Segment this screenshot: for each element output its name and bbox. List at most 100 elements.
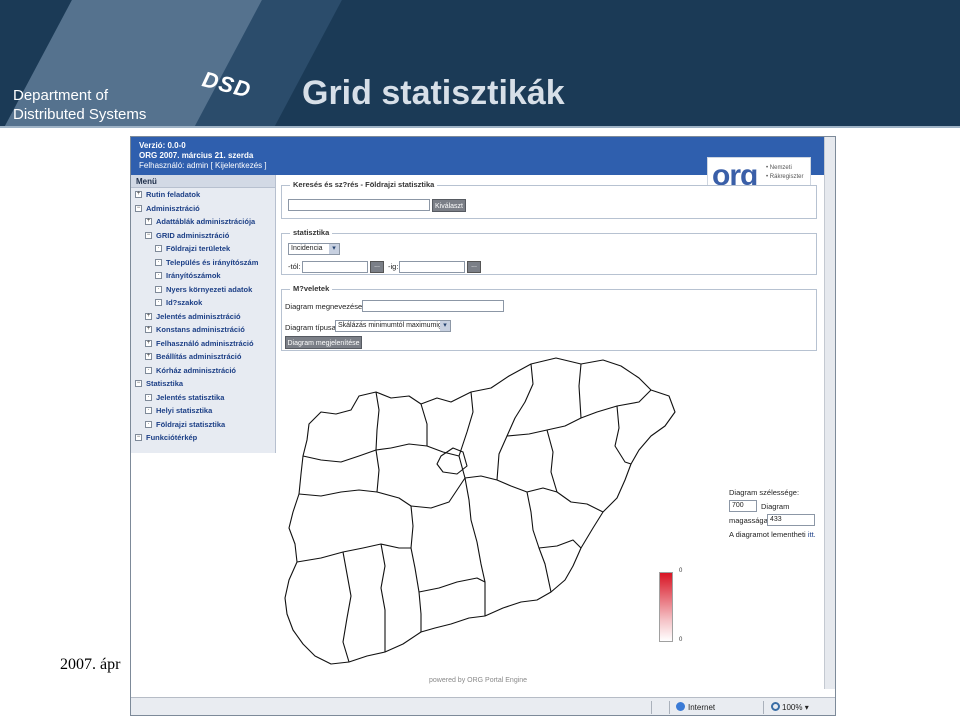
tree-toggle-icon[interactable]: + [145, 312, 152, 320]
save-text: A diagramot lementheti itt. [729, 530, 816, 539]
width-input[interactable]: 700 [729, 500, 757, 512]
sidebar-item[interactable]: · Kórház adminisztráció [131, 364, 275, 378]
tree-toggle-icon[interactable]: · [155, 245, 162, 253]
tree-toggle-icon[interactable]: · [145, 420, 152, 428]
show-diagram-button[interactable]: Diagram megjelenítése [285, 336, 362, 349]
tree-toggle-icon[interactable]: − [135, 434, 142, 442]
department-line-2: Distributed Systems [13, 106, 147, 123]
save-link[interactable]: itt. [808, 530, 816, 539]
statistics-legend: statisztika [290, 228, 333, 237]
sidebar-item-label: Felhasználó adminisztráció [156, 338, 254, 348]
org-logo-sub2: • Rákregiszter [766, 174, 804, 180]
sidebar-item[interactable]: · Jelentés statisztika [131, 391, 275, 405]
tree-toggle-icon[interactable]: + [135, 191, 142, 199]
tree-toggle-icon[interactable]: − [135, 380, 142, 388]
footer-date: 2007. ápr [60, 656, 121, 673]
to-date-input[interactable] [399, 261, 465, 273]
sidebar-item[interactable]: · Nyers környezeti adatok [131, 283, 275, 297]
tree-toggle-icon[interactable]: − [135, 204, 142, 212]
select-button[interactable]: Kiválaszt [432, 199, 466, 212]
sidebar-menu: Menü + Rutin feladatok − Adminisztráció + Ada… [131, 175, 276, 453]
department-name: Department of Distributed Systems [13, 86, 146, 124]
org-logo-sub1: • Nemzeti [766, 165, 792, 171]
county-border [458, 391, 474, 479]
sidebar-item[interactable]: · Település és irányítószám [131, 256, 275, 270]
sidebar-item-label: Földrajzi területek [166, 244, 231, 254]
county-border [578, 363, 582, 419]
tree-toggle-icon[interactable]: + [145, 353, 152, 361]
sidebar-item[interactable]: · Földrajzi területek [131, 242, 275, 256]
sidebar-item[interactable]: + Beállítás adminisztráció [131, 350, 275, 364]
sidebar-item[interactable]: · Földrajzi statisztika [131, 418, 275, 432]
tree-toggle-icon[interactable]: + [145, 326, 152, 334]
department-line-1: Department of [13, 87, 109, 104]
county-border [390, 443, 460, 457]
tree-toggle-icon[interactable]: · [155, 299, 162, 307]
statistics-fieldset: statisztika Incidencia ▾ -tól: ... -ig: … [281, 228, 817, 275]
tree-toggle-icon[interactable]: · [155, 285, 162, 293]
sidebar-item[interactable]: − Adminisztráció [131, 202, 275, 216]
browser-screenshot: Verzió: 0.0-0 ORG 2007. március 21. szer… [130, 136, 836, 716]
version-text: Verzió: 0.0-0 [139, 141, 186, 150]
vertical-scrollbar[interactable] [824, 137, 835, 689]
tree-toggle-icon[interactable]: · [155, 272, 162, 280]
height-input[interactable]: 433 [767, 514, 815, 526]
save-text-label: A diagramot lementheti [729, 530, 806, 539]
tree-toggle-icon[interactable]: · [155, 258, 162, 266]
security-zone: Internet [676, 702, 715, 712]
sidebar-item-label: Statisztika [146, 379, 184, 389]
sidebar-item[interactable]: − Funkciótérkép [131, 431, 275, 445]
zoom-control[interactable]: 100% ▾ [771, 702, 809, 712]
from-date-input[interactable] [302, 261, 368, 273]
search-fieldset: Keresés és sz?rés - Földrajzi statisztik… [281, 180, 817, 219]
sidebar-item-label: GRID adminisztráció [156, 230, 230, 240]
tree-toggle-icon[interactable]: · [145, 407, 152, 415]
sidebar-item[interactable]: · Helyi statisztika [131, 404, 275, 418]
sidebar-item[interactable]: · Irányítószámok [131, 269, 275, 283]
tree-toggle-icon[interactable]: + [145, 339, 152, 347]
county-border [410, 475, 498, 509]
county-border [496, 479, 558, 493]
tree-toggle-icon[interactable]: · [145, 366, 152, 374]
sidebar-item[interactable]: − Statisztika [131, 377, 275, 391]
tree-toggle-icon[interactable]: − [145, 231, 152, 239]
county-border [380, 543, 386, 652]
tree-toggle-icon[interactable]: · [145, 393, 152, 401]
county-border [375, 391, 380, 493]
operations-legend: M?veletek [290, 284, 333, 293]
chevron-down-icon: ▾ [329, 244, 339, 254]
sidebar-item[interactable]: + Felhasználó adminisztráció [131, 337, 275, 351]
sidebar-item[interactable]: + Rutin feladatok [131, 188, 275, 202]
sidebar-item[interactable]: + Jelentés adminisztráció [131, 310, 275, 324]
from-date-picker-button[interactable]: ... [370, 261, 384, 273]
sidebar-item[interactable]: − GRID adminisztráció [131, 229, 275, 243]
county-border [506, 389, 652, 437]
sidebar-item[interactable]: + Adattáblák adminisztrációja [131, 215, 275, 229]
country-outline [284, 357, 676, 665]
diagram-type-label: Diagram típusa: [285, 323, 338, 332]
search-legend: Keresés és sz?rés - Földrajzi statisztik… [290, 180, 438, 189]
sidebar-item-label: Adattáblák adminisztrációja [156, 217, 256, 227]
diagram-type-select[interactable]: Skálázás minimumtól maximumig ▾ [335, 320, 451, 332]
county-border [298, 489, 412, 507]
sidebar-item[interactable]: · Id?szakok [131, 296, 275, 310]
sidebar-item[interactable]: + Konstans adminisztráció [131, 323, 275, 337]
county-border [410, 505, 422, 632]
to-date-picker-button[interactable]: ... [467, 261, 481, 273]
diagram-name-input[interactable] [362, 300, 504, 312]
date-text: ORG 2007. március 21. szerda [139, 151, 254, 160]
county-border [546, 429, 604, 513]
tree-toggle-icon[interactable]: + [145, 218, 152, 226]
statistic-type-select[interactable]: Incidencia ▾ [288, 243, 340, 255]
operations-fieldset: M?veletek Diagram megnevezése: Diagram t… [281, 284, 817, 351]
powered-by-text: powered by ORG Portal Engine [429, 677, 528, 684]
statistic-type-value: Incidencia [291, 245, 323, 252]
sidebar-item-label: Kórház adminisztráció [156, 365, 237, 375]
county-border [614, 405, 632, 465]
county-border [526, 491, 552, 593]
sidebar-item-label: Adminisztráció [146, 203, 200, 213]
user-text[interactable]: Felhasználó: admin [ Kijelentkezés ] [139, 161, 267, 171]
search-input[interactable] [288, 199, 430, 211]
scale-max-label: 0 [679, 568, 683, 574]
header-divider [0, 126, 960, 128]
